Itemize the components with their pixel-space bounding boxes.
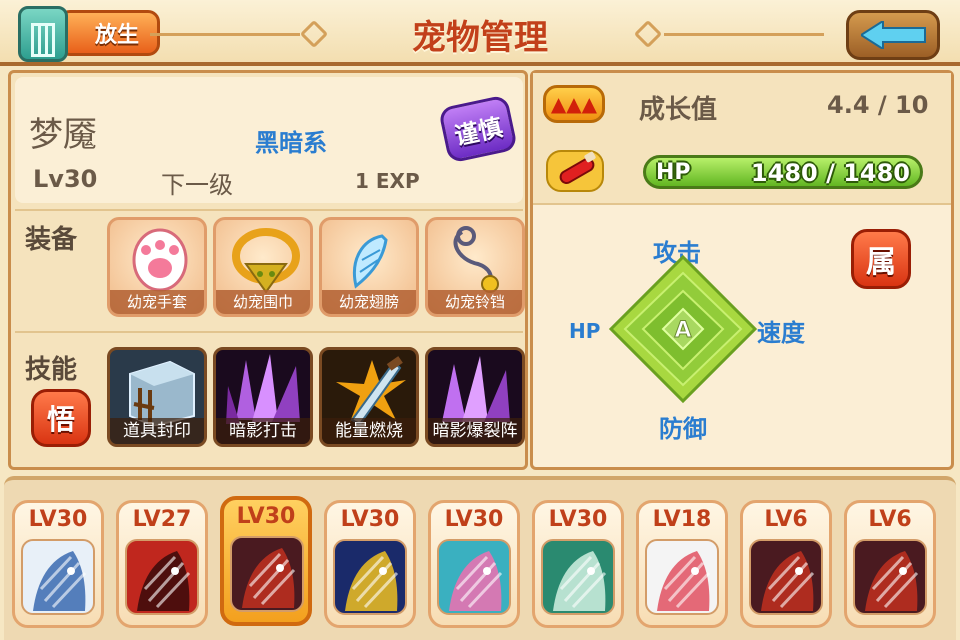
- pet-portrait: [230, 536, 304, 612]
- equip-name: 幼宠围巾: [216, 290, 310, 314]
- pet-name: 梦魇: [29, 115, 97, 155]
- equip-name: 幼宠铃铛: [428, 290, 522, 314]
- skill-name: 能量燃烧: [322, 418, 416, 444]
- pet-portrait: [21, 539, 95, 615]
- shadow-burst-icon: [442, 356, 510, 422]
- equip-slot-wings[interactable]: 幼宠翅膀: [319, 217, 419, 317]
- pet-card[interactable]: LV27: [116, 500, 208, 628]
- pet-portrait: [437, 539, 511, 615]
- shadow-crystal-icon: [226, 354, 300, 424]
- skill-item-seal[interactable]: 道具封印: [107, 347, 207, 447]
- pet-portrait: [645, 539, 719, 615]
- title-divider-right: [664, 33, 824, 36]
- title-ornament-left: [299, 19, 329, 49]
- energy-sword-icon: [336, 356, 406, 426]
- skill-item-energy-burn[interactable]: 能量燃烧: [319, 347, 419, 447]
- stats-panel: ▲▲▲ 成长值 4.4 / 10 HP 1480 / 1480 攻击 速度 HP…: [530, 70, 954, 470]
- pet-portrait: [749, 539, 823, 615]
- pet-level: Lv30: [33, 165, 98, 193]
- equip-slot-bell[interactable]: 幼宠铃铛: [425, 217, 525, 317]
- back-arrow-icon: [861, 21, 926, 49]
- wing-icon: [353, 234, 388, 289]
- pet-card-level: LV18: [652, 507, 712, 532]
- equip-name: 幼宠翅膀: [322, 290, 416, 314]
- growth-arrows-icon: ▲▲▲: [543, 85, 605, 123]
- scarf-ring-icon: [232, 228, 300, 294]
- pet-card-level: LV6: [764, 507, 808, 532]
- pet-card[interactable]: LV6: [844, 500, 936, 628]
- pet-card-level: LV30: [340, 507, 400, 532]
- equip-slot-gloves[interactable]: 幼宠手套: [107, 217, 207, 317]
- pet-portrait: [853, 539, 927, 615]
- pet-portrait: [333, 539, 407, 615]
- pet-detail-panel: 梦魇 黑暗系 谨慎 Lv30 下一级 1 EXP 装备 幼宠手套 幼宠围巾 幼宠…: [8, 70, 528, 470]
- hp-value: 1480 / 1480: [750, 159, 910, 187]
- pet-card-level: LV30: [236, 504, 296, 529]
- pet-element: 黑暗系: [255, 129, 327, 157]
- skills-section: 技能 悟 道具封印 暗影打击 能量燃烧 暗影爆裂阵: [15, 331, 525, 465]
- equip-name: 幼宠手套: [110, 290, 204, 314]
- skill-name: 道具封印: [110, 418, 204, 444]
- attribute-diamond-chart: A: [603, 251, 763, 411]
- pet-portrait: [125, 539, 199, 615]
- exp-to-next: 1 EXP: [355, 169, 420, 193]
- pet-card-level: LV6: [868, 507, 912, 532]
- equipment-section: 装备 幼宠手套 幼宠围巾 幼宠翅膀 幼宠铃铛: [15, 209, 525, 325]
- pet-card-level: LV30: [444, 507, 504, 532]
- top-bar: 放生 宠物管理: [0, 0, 960, 66]
- hp-label: HP: [656, 160, 691, 185]
- pet-card[interactable]: LV30: [532, 500, 624, 628]
- attr-defense-label: 防御: [659, 415, 707, 443]
- release-pet-control[interactable]: 放生: [18, 6, 160, 62]
- skill-name: 暗影爆裂阵: [428, 418, 522, 444]
- trait-badge: 谨慎: [437, 94, 519, 164]
- pet-card-level: LV27: [132, 507, 192, 532]
- growth-label: 成长值: [639, 95, 718, 125]
- hp-bar: HP 1480 / 1480: [643, 155, 923, 189]
- hp-row: HP 1480 / 1480: [533, 139, 951, 205]
- equipment-label: 装备: [25, 225, 78, 255]
- attr-hp-label: HP: [569, 319, 601, 343]
- skill-item-shadow-strike[interactable]: 暗影打击: [213, 347, 313, 447]
- pet-card[interactable]: LV30: [220, 496, 312, 626]
- back-button[interactable]: [846, 10, 940, 60]
- attribute-button[interactable]: 属: [851, 229, 911, 289]
- skill-item-shadow-burst[interactable]: 暗影爆裂阵: [425, 347, 525, 447]
- release-button[interactable]: 放生: [58, 10, 160, 56]
- pet-card[interactable]: LV18: [636, 500, 728, 628]
- bell-necklace-icon: [453, 226, 499, 293]
- growth-value: 4.4 / 10: [827, 91, 929, 119]
- grade-letter: A: [674, 318, 691, 343]
- skill-name: 暗影打击: [216, 418, 310, 444]
- pet-portrait: [541, 539, 615, 615]
- next-level-label: 下一级: [161, 171, 233, 199]
- paw-glove-icon: [132, 228, 188, 292]
- potion-icon: [546, 150, 604, 192]
- pet-card[interactable]: LV30: [428, 500, 520, 628]
- pet-card-level: LV30: [548, 507, 608, 532]
- cage-seal-icon: [129, 360, 195, 428]
- pet-card[interactable]: LV30: [12, 500, 104, 628]
- equip-slot-scarf[interactable]: 幼宠围巾: [213, 217, 313, 317]
- pet-card[interactable]: LV30: [324, 500, 416, 628]
- pet-list-panel: LV30 LV27 LV30 LV30 LV30 LV30 LV18 LV6 LV6: [4, 476, 956, 640]
- pet-info-box: 梦魇 黑暗系 谨慎 Lv30 下一级 1 EXP: [15, 77, 523, 203]
- attr-speed-label: 速度: [757, 319, 805, 347]
- enlighten-button[interactable]: 悟: [31, 389, 91, 447]
- title-divider-left: [150, 33, 300, 36]
- page-title: 宠物管理: [412, 18, 548, 58]
- growth-row: ▲▲▲ 成长值 4.4 / 10: [533, 73, 951, 139]
- release-label: 放生: [94, 23, 139, 48]
- pet-card[interactable]: LV6: [740, 500, 832, 628]
- attribute-diamond-icon: A: [608, 254, 758, 404]
- title-ornament-right: [633, 19, 663, 49]
- skills-label: 技能: [25, 355, 78, 385]
- pet-card-level: LV30: [28, 507, 88, 532]
- cage-icon: [18, 6, 68, 62]
